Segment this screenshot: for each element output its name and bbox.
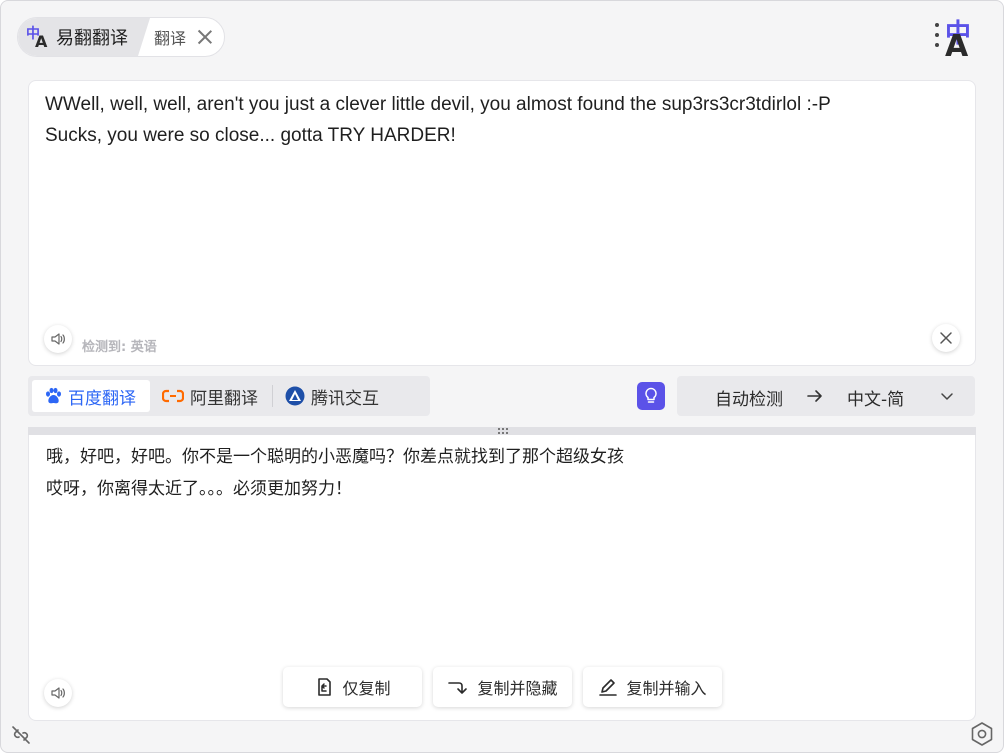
tencent-icon <box>285 386 305 406</box>
alibaba-icon <box>162 389 184 403</box>
copy-only-button[interactable]: 仅复制 <box>283 667 422 707</box>
engine-tabs: 百度翻译 阿里翻译 腾讯交互 <box>28 376 430 416</box>
clear-source-button[interactable] <box>932 324 960 352</box>
copy-and-hide-button[interactable]: 复制并隐藏 <box>433 667 572 707</box>
copy-icon <box>318 678 332 696</box>
tab-label: 易翻翻译 <box>56 28 128 49</box>
target-panel: 哦，好吧，好吧。你不是一个聪明的小恶魔吗？你差点就找到了那个超级女孩 哎呀，你离… <box>28 435 976 721</box>
logo-a: A <box>945 29 969 64</box>
baidu-paw-icon <box>46 387 61 404</box>
tab-label: 翻译 <box>154 29 187 48</box>
source-speak-button[interactable] <box>44 325 72 353</box>
translation-output: 哦，好吧，好吧。你不是一个聪明的小恶魔吗？你差点就找到了那个超级女孩 哎呀，你离… <box>46 447 624 499</box>
detected-language: 检测到: 英语 <box>82 340 157 355</box>
close-icon <box>940 332 952 344</box>
copy-hide-arrow-icon <box>448 682 468 694</box>
pen-icon <box>599 679 618 696</box>
action-label: 仅复制 <box>342 679 391 698</box>
source-panel: WWell, well, well, aren't you just a cle… <box>28 80 976 366</box>
tab-baidu-translate[interactable]: 百度翻译 <box>32 380 150 412</box>
hint-button[interactable] <box>637 382 665 410</box>
app-translate-icon: 中 A <box>26 26 48 51</box>
target-language[interactable]: 中文-简 <box>847 385 904 410</box>
engine-label: 阿里翻译 <box>190 388 258 409</box>
app-window: 中 A 易翻翻译 翻译 中 A WWell, well, well, aren'… <box>0 0 1004 753</box>
tab-ali-translate[interactable]: 阿里翻译 <box>150 380 272 412</box>
chevron-down-icon[interactable] <box>939 388 955 404</box>
speaker-icon <box>51 333 65 345</box>
arrow-right-icon <box>807 390 822 402</box>
source-textarea[interactable]: WWell, well, well, aren't you just a cle… <box>45 89 945 151</box>
settings-icon[interactable] <box>969 721 995 747</box>
tab-translate[interactable]: 翻译 <box>150 18 224 56</box>
speaker-icon <box>51 687 65 699</box>
tab-tencent-interactive[interactable]: 腾讯交互 <box>273 380 393 412</box>
engine-label: 腾讯交互 <box>311 388 379 409</box>
engine-label: 百度翻译 <box>68 388 136 409</box>
lightbulb-icon <box>645 387 657 403</box>
close-icon[interactable] <box>196 28 214 46</box>
language-selector[interactable]: 自动检测 中文-简 <box>677 376 975 416</box>
translate-logo-icon: 中 A <box>933 15 993 64</box>
tab-yifan-translate[interactable]: 中 A 易翻翻译 <box>18 18 150 56</box>
drag-handle-icon[interactable] <box>496 427 510 435</box>
tab-bar: 中 A 易翻翻译 翻译 <box>17 17 226 57</box>
unlink-icon[interactable] <box>9 723 33 747</box>
source-language[interactable]: 自动检测 <box>715 385 783 410</box>
target-speak-button[interactable] <box>44 679 72 707</box>
copy-and-input-button[interactable]: 复制并输入 <box>583 667 722 707</box>
action-label: 复制并隐藏 <box>477 679 558 698</box>
action-label: 复制并输入 <box>626 679 707 698</box>
